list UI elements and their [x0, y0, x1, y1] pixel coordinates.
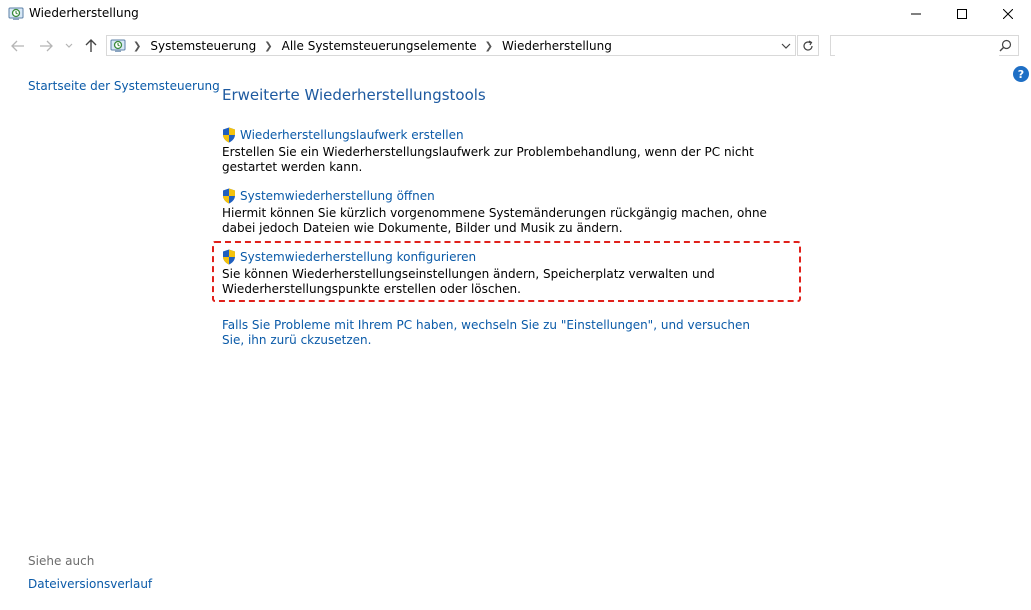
- forward-button[interactable]: [37, 37, 55, 55]
- arrow-left-icon: [11, 40, 24, 52]
- refresh-button[interactable]: [797, 35, 819, 56]
- highlight-annotation-box: [212, 241, 801, 302]
- arrow-right-icon: [40, 40, 53, 52]
- chevron-down-icon: [65, 43, 73, 48]
- tool-description: Hiermit können Sie kürzlich vorgenommene…: [222, 206, 767, 235]
- maximize-button[interactable]: [939, 0, 985, 28]
- address-bar[interactable]: ❯ Systemsteuerung ❯ Alle Systemsteuerung…: [106, 35, 796, 56]
- back-button[interactable]: [9, 37, 27, 55]
- minimize-button[interactable]: [893, 0, 939, 28]
- search-box[interactable]: [830, 35, 1019, 56]
- uac-shield-icon: [223, 188, 235, 204]
- maximize-icon: [957, 9, 967, 19]
- tool-create-recovery-drive: Wiederherstellungslaufwerk erstellen Ers…: [222, 127, 802, 175]
- create-recovery-drive-link[interactable]: Wiederherstellungslaufwerk erstellen: [222, 127, 802, 143]
- breadcrumb-separator-icon[interactable]: ❯: [133, 41, 141, 52]
- tool-label[interactable]: Systemwiederherstellung öffnen: [240, 188, 435, 204]
- page-title: Erweiterte Wiederherstellungstools: [222, 86, 486, 104]
- recovery-app-icon: [8, 7, 24, 20]
- open-system-restore-link[interactable]: Systemwiederherstellung öffnen: [222, 188, 802, 204]
- breadcrumb-separator-icon[interactable]: ❯: [485, 41, 493, 52]
- breadcrumb: ❯ Systemsteuerung ❯ Alle Systemsteuerung…: [131, 39, 618, 53]
- close-icon: [1003, 9, 1013, 19]
- help-button[interactable]: ?: [1013, 66, 1029, 82]
- breadcrumb-separator-icon[interactable]: ❯: [264, 41, 272, 52]
- control-panel-icon: [110, 39, 126, 52]
- breadcrumb-alle-elemente[interactable]: Alle Systemsteuerungselemente: [282, 39, 477, 53]
- search-icon[interactable]: [999, 39, 1012, 52]
- uac-shield-icon: [223, 127, 235, 143]
- tool-label[interactable]: Wiederherstellungslaufwerk erstellen: [240, 127, 464, 143]
- breadcrumb-systemsteuerung[interactable]: Systemsteuerung: [150, 39, 256, 53]
- chevron-down-icon: [781, 43, 791, 49]
- minimize-icon: [911, 13, 921, 15]
- arrow-up-icon: [85, 39, 97, 52]
- see-also-label: Siehe auch: [28, 554, 95, 568]
- refresh-icon: [803, 39, 813, 51]
- reset-pc-link[interactable]: Falls Sie Probleme mit Ihrem PC haben, w…: [222, 318, 762, 348]
- tool-description: Erstellen Sie ein Wiederherstellungslauf…: [222, 145, 754, 174]
- close-button[interactable]: [985, 0, 1031, 28]
- file-history-link[interactable]: Dateiversionsverlauf: [28, 577, 152, 591]
- sidebar-home-link[interactable]: Startseite der Systemsteuerung: [28, 79, 220, 93]
- tool-open-system-restore: Systemwiederherstellung öffnen Hiermit k…: [222, 188, 802, 236]
- window-title: Wiederherstellung: [29, 6, 139, 20]
- recent-locations-button[interactable]: [63, 37, 75, 55]
- navigation-bar: ❯ Systemsteuerung ❯ Alle Systemsteuerung…: [0, 33, 1031, 59]
- address-dropdown-button[interactable]: [779, 39, 793, 53]
- up-button[interactable]: [82, 37, 100, 55]
- breadcrumb-wiederherstellung[interactable]: Wiederherstellung: [502, 39, 612, 53]
- title-bar: Wiederherstellung: [0, 0, 1031, 28]
- search-input[interactable]: [835, 37, 999, 56]
